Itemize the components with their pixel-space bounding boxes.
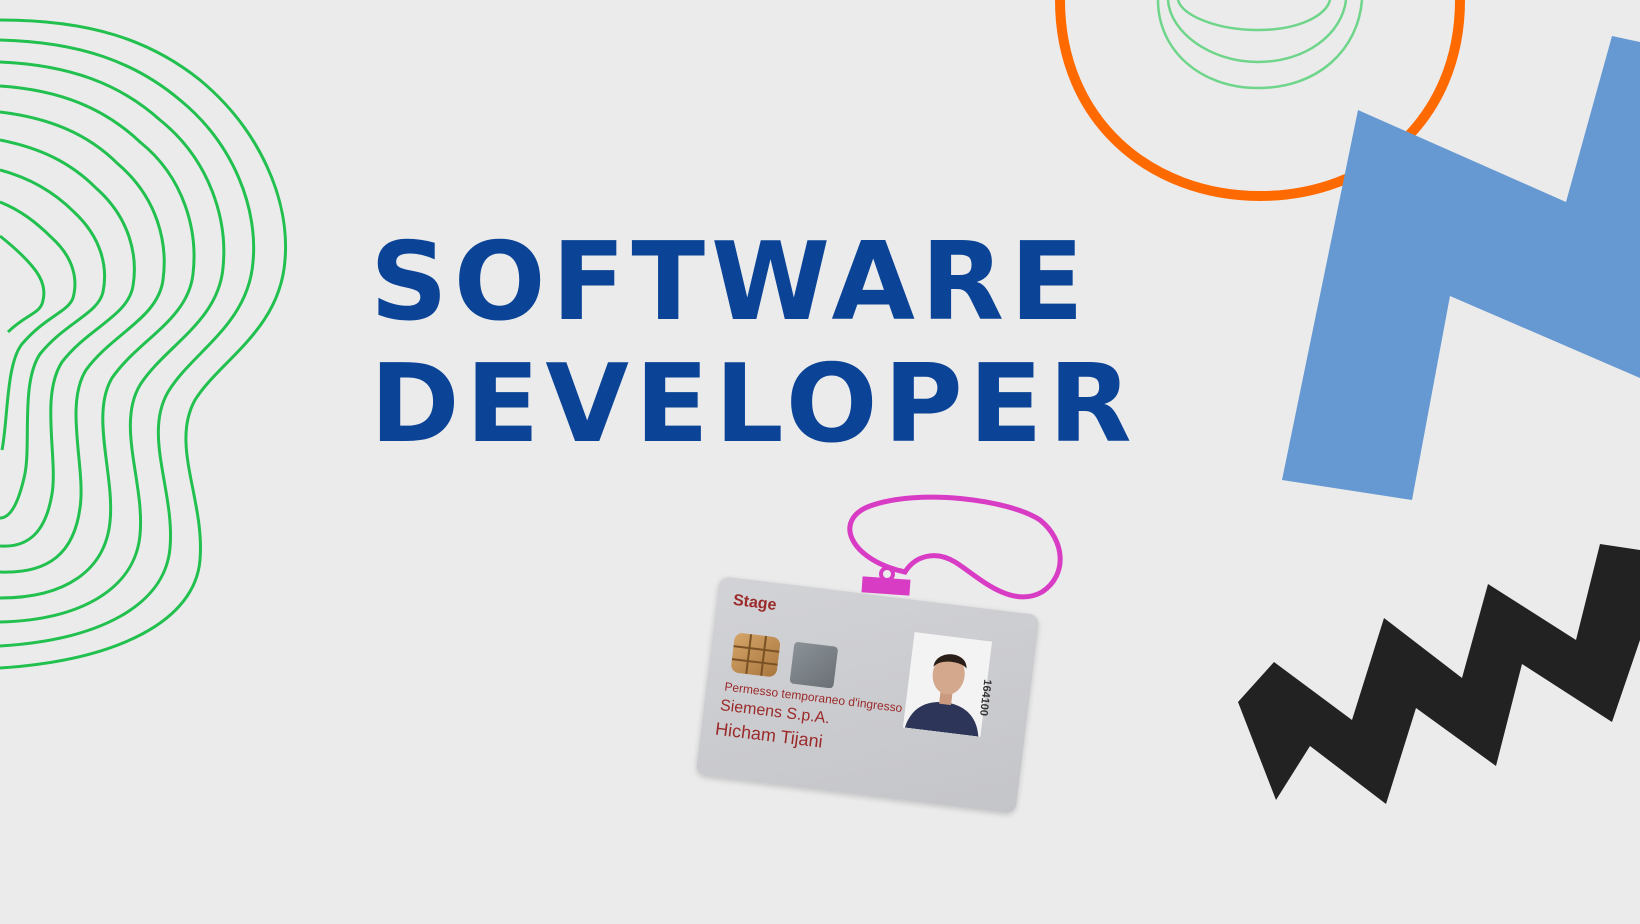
black-zigzag <box>1238 544 1640 804</box>
badge-photo <box>902 632 993 737</box>
headline-line-2: DEVELOPER <box>370 342 1138 467</box>
lanyard <box>847 494 1063 600</box>
headline: SOFTWARE DEVELOPER <box>370 222 1138 466</box>
headline-line-1: SOFTWARE <box>370 220 1090 345</box>
hologram-square <box>789 641 839 689</box>
light-green-contours <box>1156 0 1364 90</box>
smart-chip-icon <box>730 632 781 678</box>
blue-n-shape <box>1282 36 1640 500</box>
badge-stage-label: Stage <box>732 591 778 615</box>
green-contour-lines <box>0 18 288 670</box>
id-badge: Stage Permesso temporaneo d'ingresso Sie… <box>695 576 1040 814</box>
